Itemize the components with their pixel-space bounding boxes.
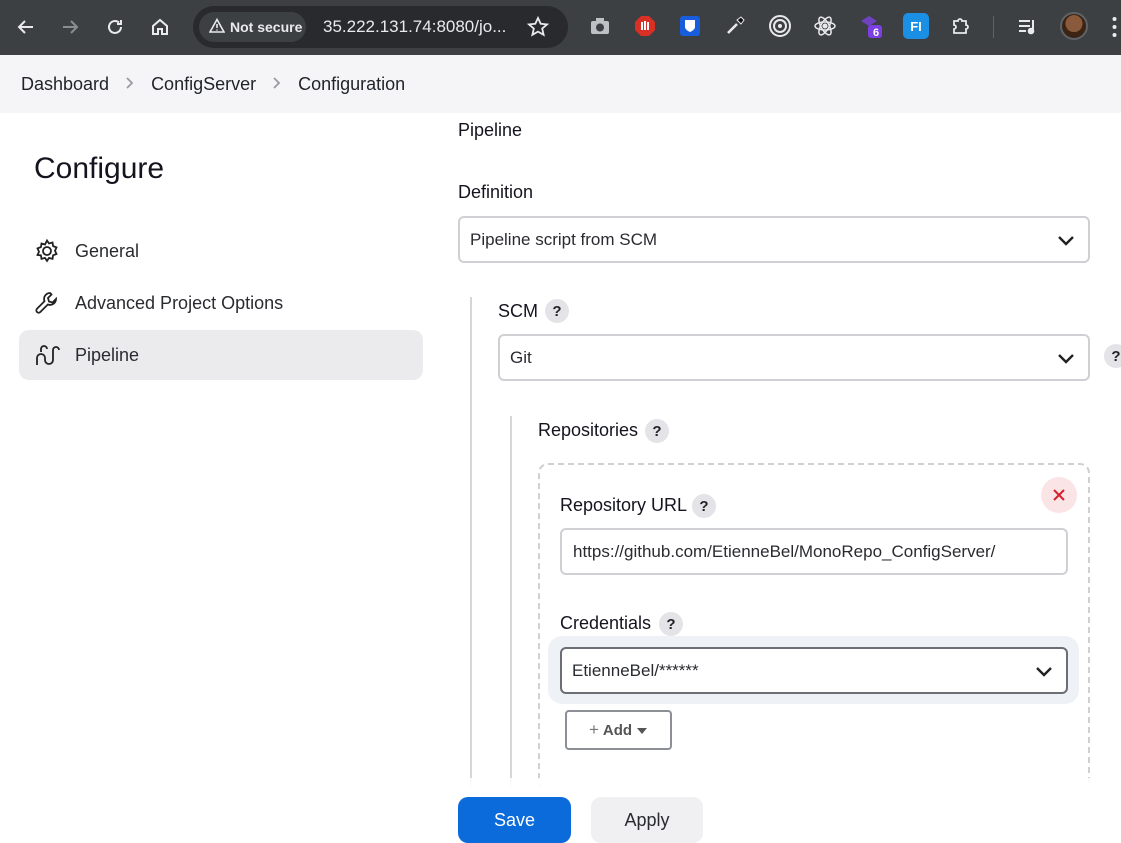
sidebar-item-label: General	[75, 240, 140, 261]
breadcrumb-configuration[interactable]: Configuration	[298, 74, 405, 95]
fi-extension-icon[interactable]: FI	[903, 13, 929, 39]
caret-down-icon	[636, 722, 648, 739]
url-text: 35.222.131.74:8080/jo...	[323, 17, 507, 36]
section-title-pipeline: Pipeline	[458, 120, 523, 140]
extension-badge-count: 6	[873, 27, 880, 39]
wrench-icon	[33, 289, 61, 317]
add-credentials-button[interactable]: + Add	[565, 710, 672, 750]
pipeline-icon	[33, 341, 61, 369]
security-chip[interactable]: Not secure	[199, 12, 306, 42]
profile-avatar[interactable]	[1060, 12, 1088, 40]
scm-label: SCM	[498, 301, 538, 321]
repository-url-help-icon[interactable]: ?	[692, 494, 716, 518]
scm-value: Git	[510, 347, 532, 367]
chevron-down-icon	[1034, 661, 1054, 686]
react-devtools-icon[interactable]	[812, 13, 838, 39]
extensions-puzzle-icon[interactable]	[948, 13, 974, 39]
reload-icon[interactable]	[100, 12, 130, 42]
fi-extension-label: FI	[910, 18, 922, 34]
camera-extension-icon[interactable]	[587, 13, 613, 39]
gear-icon	[33, 237, 61, 265]
bitwarden-extension-icon[interactable]	[677, 13, 703, 39]
delete-repository-button[interactable]	[1041, 477, 1077, 513]
sidebar-item-label: Pipeline	[75, 344, 140, 365]
forward-icon[interactable]	[55, 12, 85, 42]
page-title: Configure	[34, 152, 165, 185]
breadcrumb-dashboard[interactable]: Dashboard	[21, 74, 109, 95]
scm-indent-line	[510, 416, 512, 787]
adblock-extension-icon[interactable]	[632, 13, 658, 39]
chevron-right-icon	[125, 74, 135, 95]
repositories-label: Repositories	[538, 420, 639, 440]
save-button[interactable]: Save	[458, 797, 571, 843]
home-icon[interactable]	[145, 12, 175, 42]
scm-select[interactable]: Git	[498, 334, 1090, 381]
bookmark-star-icon[interactable]	[526, 15, 550, 44]
scm-help-icon[interactable]: ?	[545, 299, 569, 323]
apply-button[interactable]: Apply	[591, 797, 703, 843]
media-queue-icon[interactable]	[1014, 13, 1040, 39]
back-icon[interactable]	[11, 12, 41, 42]
repositories-help-icon[interactable]: ?	[645, 419, 669, 443]
plus-icon: +	[588, 720, 599, 739]
security-label: Not secure	[230, 19, 303, 35]
definition-label: Definition	[458, 182, 534, 202]
chevron-down-icon	[1056, 230, 1076, 255]
sidebar-item-advanced-project-options[interactable]: Advanced Project Options	[19, 278, 423, 328]
sidebar-item-label: Advanced Project Options	[75, 292, 284, 313]
definition-value: Pipeline script from SCM	[470, 229, 658, 249]
add-label: Add	[602, 721, 633, 739]
repository-url-label: Repository URL	[560, 495, 688, 515]
breadcrumb: Dashboard ConfigServer Configuration	[0, 55, 1121, 113]
chevron-right-icon	[272, 74, 282, 95]
badge-extension-icon[interactable]: 6	[858, 13, 884, 39]
browser-menu-icon[interactable]	[1112, 14, 1117, 40]
credentials-value: EtienneBel/******	[572, 660, 699, 680]
address-bar[interactable]: Not secure 35.222.131.74:8080/jo...	[193, 6, 568, 48]
warning-icon	[208, 17, 226, 37]
credentials-label: Credentials	[560, 613, 652, 633]
target-extension-icon[interactable]	[767, 13, 793, 39]
repository-url-input[interactable]: https://github.com/EtienneBel/MonoRepo_C…	[560, 528, 1068, 575]
scm-select-help-icon[interactable]: ?	[1104, 344, 1121, 368]
eyedropper-extension-icon[interactable]	[722, 13, 748, 39]
section-indent-line	[470, 297, 472, 787]
toolbar-divider	[993, 16, 994, 38]
definition-select[interactable]: Pipeline script from SCM	[458, 216, 1090, 263]
close-icon	[1053, 489, 1065, 501]
browser-toolbar: Not secure 35.222.131.74:8080/jo... 6 FI	[0, 0, 1121, 55]
credentials-help-icon[interactable]: ?	[659, 612, 683, 636]
chevron-down-icon	[1056, 348, 1076, 373]
sidebar-item-general[interactable]: General	[19, 226, 423, 276]
breadcrumb-configserver[interactable]: ConfigServer	[151, 74, 256, 95]
sidebar-item-pipeline[interactable]: Pipeline	[19, 330, 423, 380]
credentials-select[interactable]: EtienneBel/******	[560, 647, 1068, 694]
